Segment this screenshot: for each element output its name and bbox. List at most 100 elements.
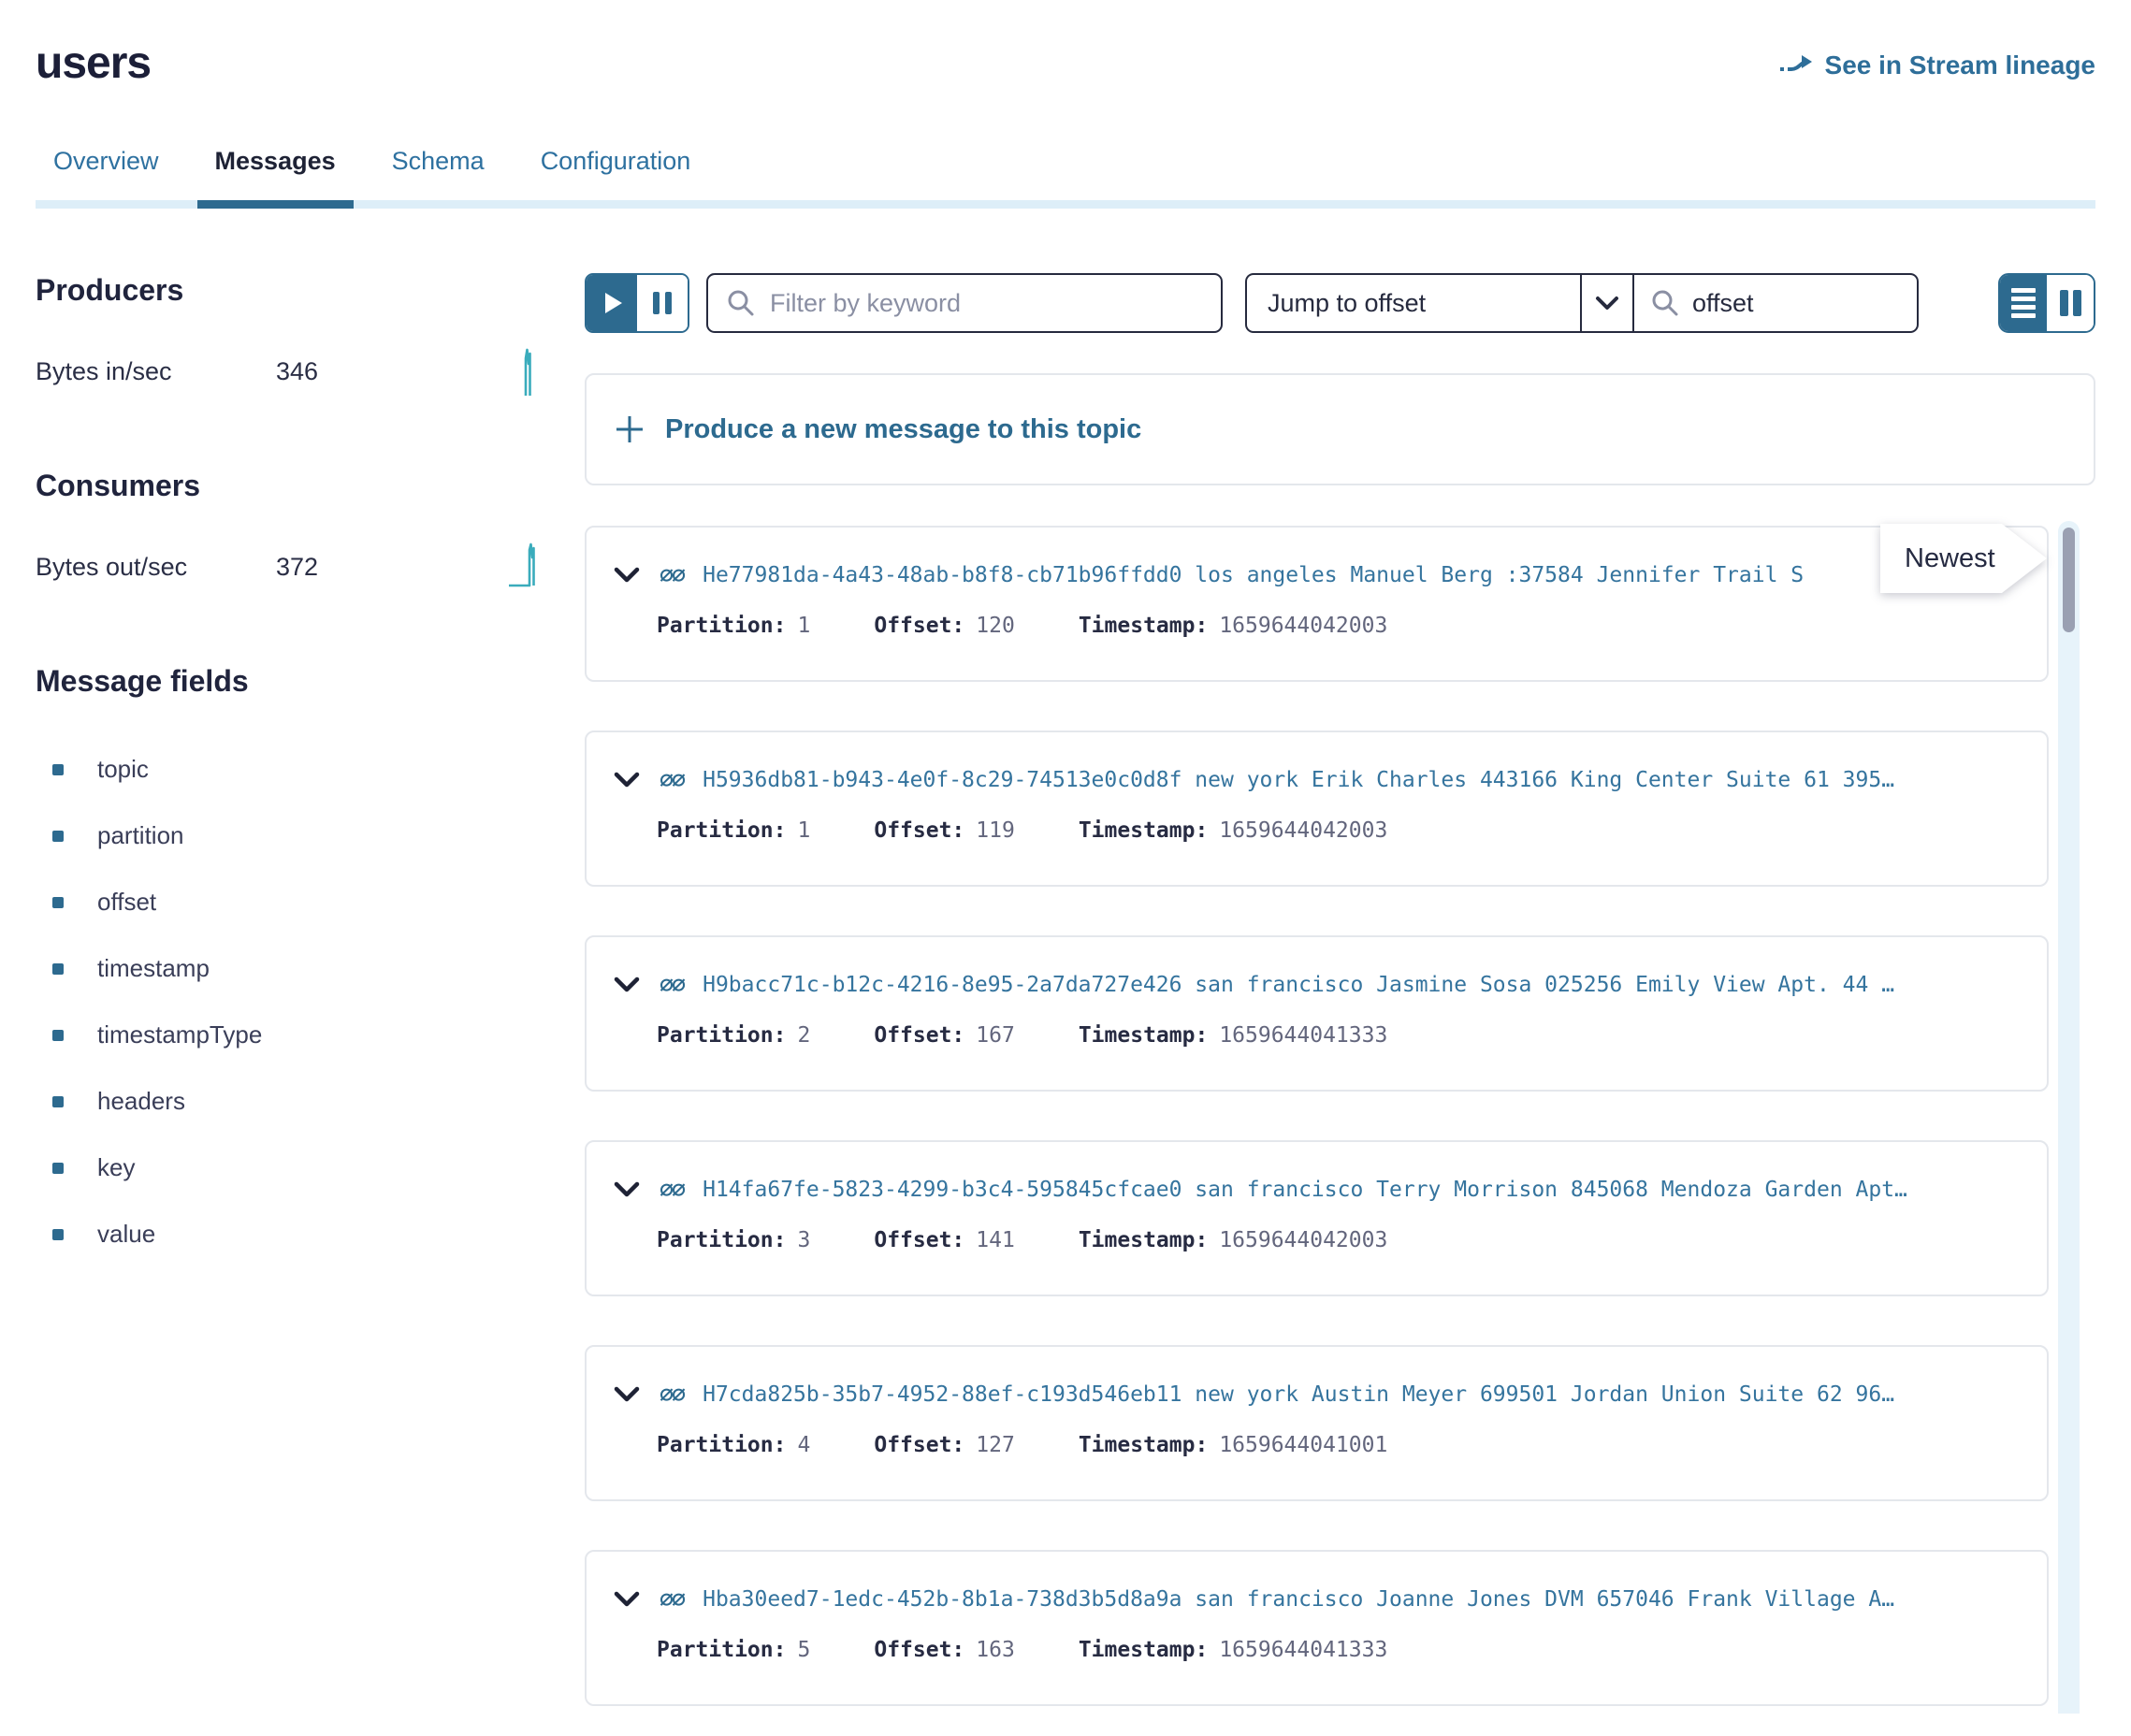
- messages-toolbar: Filter by keyword Jump to offset: [585, 273, 2095, 333]
- page-title: users: [36, 37, 151, 89]
- null-key-icon: ∅∅: [660, 1585, 684, 1613]
- field-item-offset[interactable]: offset: [36, 869, 559, 935]
- field-item-label: timestamp: [97, 954, 210, 983]
- main-panel: Filter by keyword Jump to offset: [585, 273, 2095, 1736]
- field-item-timestamp[interactable]: timestamp: [36, 935, 559, 1002]
- sidebar: Producers Bytes in/sec 346 Consumers Byt…: [36, 273, 559, 1736]
- offset-value: 141: [976, 1228, 1015, 1252]
- partition-value: 1: [797, 818, 810, 843]
- newest-tooltip: Newest: [1880, 524, 2047, 593]
- expand-chevron-icon[interactable]: [613, 1181, 641, 1198]
- timestamp-value: 1659644042003: [1219, 818, 1387, 843]
- tabbar: Overview Messages Schema Configuration: [36, 147, 2095, 209]
- message-summary: H9bacc71c-b12c-4216-8e95-2a7da727e426 sa…: [703, 973, 1894, 997]
- play-pause-toggle: [585, 273, 689, 333]
- field-item-key[interactable]: key: [36, 1135, 559, 1201]
- expand-chevron-icon[interactable]: [613, 976, 641, 993]
- message-row[interactable]: ∅∅ H7cda825b-35b7-4952-88ef-c193d546eb11…: [585, 1345, 2049, 1501]
- timestamp-value: 1659644041001: [1219, 1433, 1387, 1457]
- tab-messages[interactable]: Messages: [215, 147, 336, 200]
- page-header: users See in Stream lineage: [36, 0, 2095, 89]
- message-summary: Hba30eed7-1edc-452b-8b1a-738d3b5d8a9a sa…: [703, 1587, 1894, 1612]
- partition-label: Partition:: [657, 1638, 786, 1662]
- jump-to-offset-select[interactable]: Jump to offset: [1245, 273, 1580, 333]
- bytes-in-label: Bytes in/sec: [36, 357, 276, 386]
- expand-chevron-icon[interactable]: [613, 1386, 641, 1403]
- offset-label: Offset:: [874, 1433, 964, 1457]
- offset-search-value: offset: [1692, 289, 1754, 318]
- plus-icon: [615, 414, 645, 444]
- filter-keyword-input[interactable]: Filter by keyword: [706, 273, 1223, 333]
- list-view-button[interactable]: [2000, 275, 2047, 331]
- null-key-icon: ∅∅: [660, 1381, 684, 1408]
- timestamp-label: Timestamp:: [1079, 1638, 1208, 1662]
- play-icon: [605, 293, 622, 313]
- message-summary: H14fa67fe-5823-4299-b3c4-595845cfcae0 sa…: [703, 1178, 1907, 1202]
- square-bullet-icon: [52, 764, 64, 775]
- timestamp-label: Timestamp:: [1079, 1228, 1208, 1252]
- bytes-in-row: Bytes in/sec 346: [36, 347, 559, 396]
- timestamp-label: Timestamp:: [1079, 818, 1208, 843]
- produce-message-button[interactable]: Produce a new message to this topic: [585, 373, 2095, 485]
- timestamp-label: Timestamp:: [1079, 614, 1208, 638]
- square-bullet-icon: [52, 1030, 64, 1041]
- jump-select-value: Jump to offset: [1268, 289, 1426, 318]
- timestamp-label: Timestamp:: [1079, 1023, 1208, 1048]
- field-item-partition[interactable]: partition: [36, 803, 559, 869]
- partition-value: 4: [797, 1433, 810, 1457]
- expand-chevron-icon[interactable]: [613, 1591, 641, 1608]
- partition-value: 1: [797, 614, 810, 638]
- message-summary: H5936db81-b943-4e0f-8c29-74513e0c0d8f ne…: [703, 768, 1894, 792]
- offset-search-input[interactable]: offset: [1634, 273, 1919, 333]
- jump-select-chevron-cell[interactable]: [1580, 273, 1634, 333]
- square-bullet-icon: [52, 897, 64, 908]
- timestamp-value: 1659644041333: [1219, 1638, 1387, 1662]
- field-item-topic[interactable]: topic: [36, 736, 559, 803]
- filter-placeholder: Filter by keyword: [770, 289, 961, 318]
- partition-value: 5: [797, 1638, 810, 1662]
- message-row[interactable]: ∅∅ H14fa67fe-5823-4299-b3c4-595845cfcae0…: [585, 1140, 2049, 1296]
- expand-chevron-icon[interactable]: [613, 772, 641, 788]
- offset-label: Offset:: [874, 1228, 964, 1252]
- pause-button[interactable]: [637, 275, 688, 331]
- message-row[interactable]: ∅∅ H9bacc71c-b12c-4216-8e95-2a7da727e426…: [585, 935, 2049, 1092]
- tab-overview[interactable]: Overview: [53, 147, 159, 200]
- pause-icon: [653, 292, 672, 314]
- field-item-label: topic: [97, 755, 149, 784]
- play-button[interactable]: [587, 275, 637, 331]
- square-bullet-icon: [52, 1163, 64, 1174]
- scrollbar-track[interactable]: [2058, 521, 2080, 1714]
- partition-label: Partition:: [657, 1228, 786, 1252]
- field-item-headers[interactable]: headers: [36, 1068, 559, 1135]
- field-item-label: offset: [97, 888, 156, 917]
- partition-value: 2: [797, 1023, 810, 1048]
- list-view-icon: [2011, 288, 2036, 318]
- topic-page: users See in Stream lineage Overview Mess…: [0, 0, 2131, 1736]
- partition-label: Partition:: [657, 1023, 786, 1048]
- producers-heading: Producers: [36, 273, 559, 308]
- offset-value: 163: [976, 1638, 1015, 1662]
- stream-lineage-link[interactable]: See in Stream lineage: [1778, 51, 2095, 80]
- tab-configuration[interactable]: Configuration: [541, 147, 691, 200]
- tab-schema[interactable]: Schema: [392, 147, 485, 200]
- column-view-icon: [2060, 290, 2081, 316]
- expand-chevron-icon[interactable]: [613, 567, 641, 584]
- field-item-label: timestampType: [97, 1020, 262, 1049]
- field-item-label: partition: [97, 821, 184, 850]
- bytes-out-value: 372: [276, 553, 388, 582]
- timestamp-value: 1659644041333: [1219, 1023, 1387, 1048]
- offset-label: Offset:: [874, 818, 964, 843]
- field-item-label: value: [97, 1220, 155, 1249]
- message-summary: H7cda825b-35b7-4952-88ef-c193d546eb11 ne…: [703, 1382, 1894, 1407]
- message-row[interactable]: ∅∅ Hba30eed7-1edc-452b-8b1a-738d3b5d8a9a…: [585, 1550, 2049, 1706]
- message-row[interactable]: ∅∅ H5936db81-b943-4e0f-8c29-74513e0c0d8f…: [585, 731, 2049, 887]
- offset-value: 119: [976, 818, 1015, 843]
- field-item-value[interactable]: value: [36, 1201, 559, 1267]
- column-view-button[interactable]: [2047, 275, 2094, 331]
- partition-value: 3: [797, 1228, 810, 1252]
- timestamp-value: 1659644042003: [1219, 1228, 1387, 1252]
- scrollbar-thumb[interactable]: [2063, 528, 2075, 632]
- square-bullet-icon: [52, 1096, 64, 1107]
- field-item-timestampType[interactable]: timestampType: [36, 1002, 559, 1068]
- message-row[interactable]: ∅∅ He77981da-4a43-48ab-b8f8-cb71b96ffdd0…: [585, 526, 2049, 682]
